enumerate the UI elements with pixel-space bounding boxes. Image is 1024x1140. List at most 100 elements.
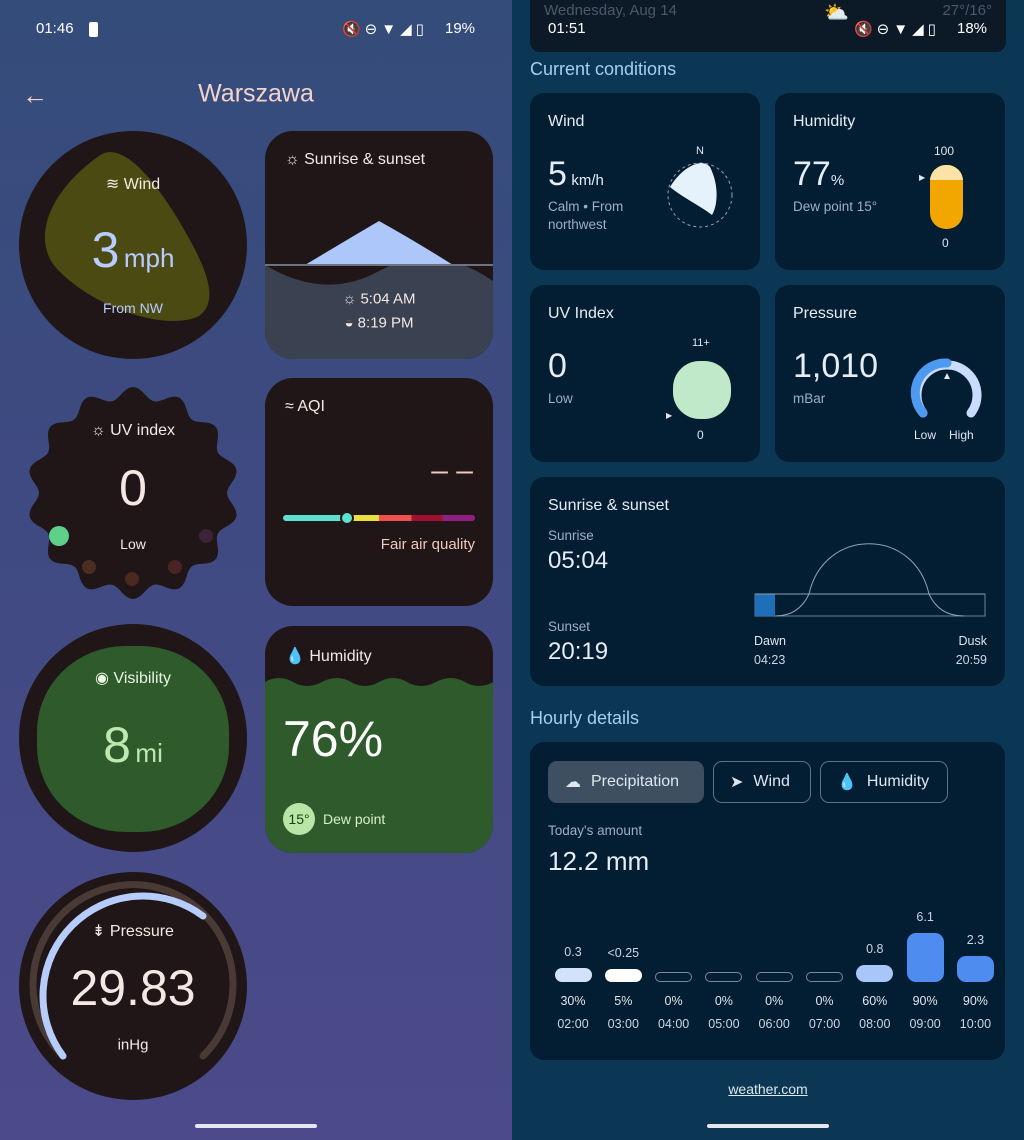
aqi-indicator — [340, 511, 354, 525]
wind-label: ≋ Wind — [105, 176, 161, 193]
uv-max-label: 11+ — [692, 337, 710, 349]
aqi-label: ≈ AQI — [285, 398, 325, 415]
humidity-title: Humidity — [793, 113, 856, 130]
status-icons: 🔇⊖▼◢▯ — [854, 21, 940, 38]
precip-amount-label: 2.3 — [966, 933, 985, 948]
current-conditions-heading: Current conditions — [530, 59, 677, 79]
hourly-details-heading: Hourly details — [530, 708, 640, 728]
precip-bar — [856, 965, 894, 982]
sunset-time: 20:19 — [548, 638, 609, 665]
precip-bar — [705, 972, 743, 982]
humidity-number: 77 — [793, 155, 831, 193]
humidity-min-label: 0 — [942, 236, 949, 250]
wind-speed: 5 — [548, 155, 567, 193]
uv-value: 0 — [548, 347, 567, 385]
weather-com-link[interactable]: weather.com — [728, 1081, 807, 1097]
precip-chance-label: 30% — [560, 994, 586, 1008]
hour-label: 04:00 — [657, 1017, 690, 1031]
pressure-label-text: Pressure — [109, 923, 174, 940]
sunset-value: 8:19 PM — [357, 314, 414, 332]
status-time: 01:46 — [36, 20, 74, 37]
pressure-value: 29.83 — [70, 960, 196, 1016]
uv-label-text: UV index — [110, 422, 176, 439]
aqi-label-text: AQI — [297, 398, 325, 415]
aqi-scale-bar — [283, 515, 475, 521]
wind-label-text: Wind — [123, 176, 161, 193]
pressure-title: Pressure — [793, 305, 858, 322]
battery-saver-icon — [89, 22, 98, 37]
pressure-value: 1,010 — [793, 347, 879, 385]
humidity-tile[interactable]: 💧 Humidity 76% 15° Dew point — [265, 626, 493, 853]
uv-value: 0 — [119, 460, 147, 516]
hour-label: 02:00 — [557, 1017, 589, 1031]
precip-chance-label: 60% — [862, 994, 888, 1008]
page-title: Warszawa — [198, 79, 314, 108]
left-phone-screen: 01:46 🔇⊖▼◢▯ 19% ← Warszawa ≋ Wind 3 mph … — [0, 0, 512, 1140]
home-indicator[interactable] — [707, 1124, 829, 1128]
hour-label: 09:00 — [909, 1017, 941, 1031]
dew-point-label: Dew point — [323, 811, 386, 827]
sunrise-value: 5:04 AM — [360, 290, 416, 308]
dusk-label: Dusk — [958, 634, 987, 648]
uv-pointer-icon: ▶ — [666, 411, 673, 420]
aqi-quality: Fair air quality — [380, 536, 475, 553]
hour-label: 03:00 — [607, 1017, 639, 1031]
back-arrow-icon[interactable]: ← — [22, 80, 48, 111]
wind-value: 3 mph — [92, 221, 175, 279]
uv-gauge-shape — [673, 361, 731, 419]
status-time: 01:51 — [548, 20, 586, 37]
sun-title: Sunrise & sunset — [548, 497, 669, 514]
hour-label: 08:00 — [859, 1017, 891, 1031]
wind-compass-icon — [667, 162, 733, 228]
wind-title: Wind — [548, 113, 585, 130]
sun-path-chart — [754, 543, 986, 617]
sunset-time: ◒ 8:19 PM — [344, 314, 414, 332]
precip-bar — [906, 933, 944, 982]
precip-chance-label: 90% — [962, 994, 988, 1008]
precip-chance-label: 5% — [614, 994, 633, 1008]
right-phone-screen: Wednesday, Aug 14 ⛅ 27°/16° 01:51 🔇⊖▼◢▯ … — [512, 0, 1024, 1140]
visibility-unit: mi — [135, 738, 163, 768]
sunrise-label: Sunrise — [548, 528, 594, 543]
precip-bar — [806, 972, 843, 982]
widget-temps: 27°/16° — [942, 2, 992, 19]
compass-north-label: N — [696, 145, 704, 157]
sunrise-sunset-card[interactable]: Sunrise & sunset Sunrise 05:04 Sunset 20… — [530, 477, 1005, 686]
sunrise-sunset-label: ☼ Sunrise & sunset — [285, 151, 426, 168]
sunrise-sunset-tile[interactable]: ☼ Sunrise & sunset ☼ 5:04 AM ◒ 8:19 PM — [265, 131, 493, 359]
aqi-value: – – — [431, 454, 473, 487]
widget-date: Wednesday, Aug 14 — [544, 2, 677, 19]
aqi-tile[interactable]: ≈ AQI – – Fair air quality — [265, 378, 493, 606]
uv-min-label: 0 — [697, 428, 704, 442]
hour-label: 07:00 — [808, 1017, 841, 1031]
visibility-label: ◉ Visibility — [95, 670, 171, 687]
dew-point: Dew point 15° — [793, 199, 878, 214]
wind-speed: 3 — [91, 222, 120, 278]
humidity-label: 💧 Humidity — [285, 648, 372, 665]
wind-value: 5 km/h — [548, 155, 604, 194]
weather-cloud-icon: ⛅ — [824, 2, 849, 24]
uv-card[interactable]: UV Index 0 Low 11+ 0 ▶ — [530, 285, 760, 462]
humidity-unit: % — [830, 172, 845, 189]
precip-chance-label: 0% — [815, 994, 834, 1008]
hourly-card: ☁ Precipitation ➤ Wind 💧 Humidity Today's a… — [530, 742, 1005, 1060]
precip-bar — [554, 968, 592, 982]
wind-direction: From NW — [103, 300, 163, 316]
precip-amount-label: 6.1 — [916, 910, 934, 925]
precip-chance-label: 0% — [664, 994, 683, 1008]
pressure-card[interactable]: Pressure 1,010 mBar Low High — [775, 285, 1005, 462]
precip-bar — [604, 968, 642, 982]
wind-card[interactable]: Wind 5 km/h Calm • From northwest N — [530, 93, 760, 270]
uv-level: Low — [548, 391, 573, 406]
hour-label: 06:00 — [758, 1017, 790, 1031]
wind-unit: mph — [123, 243, 175, 273]
precip-amount-label: 0.8 — [866, 942, 884, 957]
humidity-card[interactable]: Humidity 77% Dew point 15° 100 0 ▶ — [775, 93, 1005, 270]
pressure-unit: mBar — [793, 391, 826, 406]
hour-label: 05:00 — [708, 1017, 740, 1031]
battery-percent: 18% — [957, 20, 988, 37]
dusk-time: 20:59 — [955, 653, 987, 667]
home-indicator[interactable] — [195, 1124, 317, 1128]
humidity-pointer-icon: ▶ — [919, 173, 926, 182]
precip-chance-label: 90% — [912, 994, 938, 1008]
